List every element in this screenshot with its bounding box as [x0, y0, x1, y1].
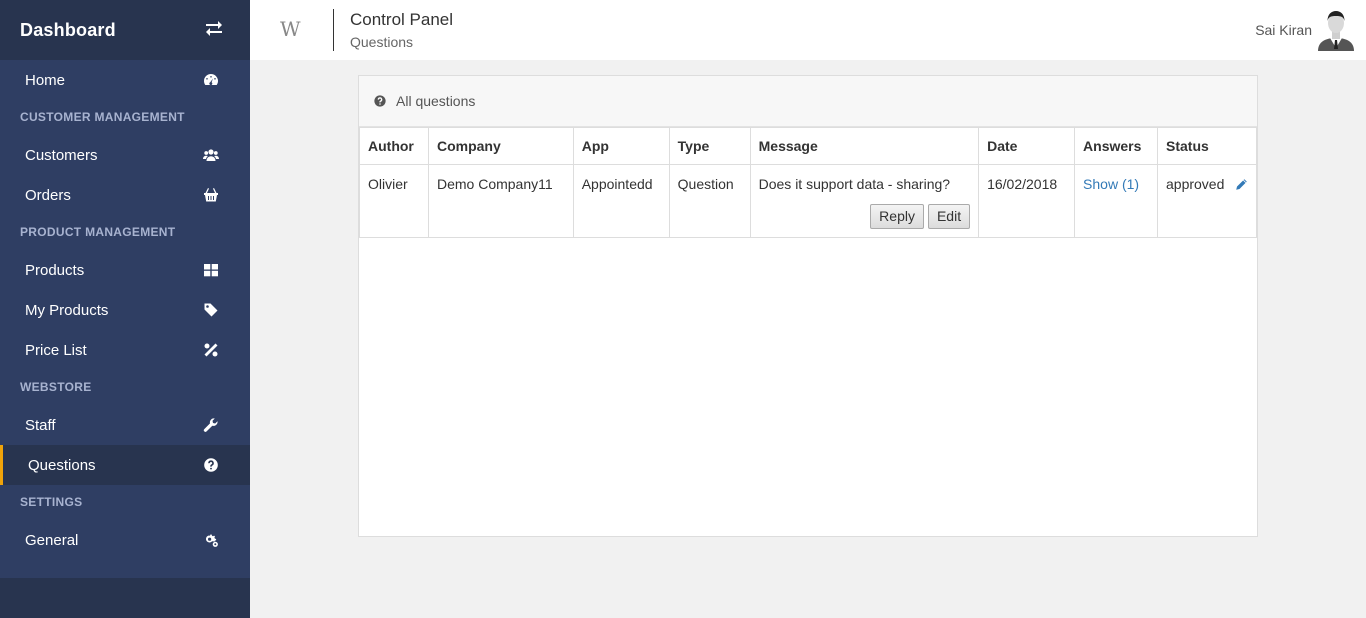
table-header-row: Author Company App Type Message Date Ans…: [359, 127, 1257, 165]
sidebar-item-general[interactable]: General: [0, 520, 250, 560]
status-text: approved: [1166, 176, 1225, 192]
sidebar-item-my-products[interactable]: My Products: [0, 290, 250, 330]
logo[interactable]: W: [280, 17, 301, 41]
sidebar-title[interactable]: Dashboard: [20, 20, 116, 41]
sidebar-item-questions[interactable]: Questions: [0, 445, 250, 485]
cell-message: Does it support data - sharing? Reply Ed…: [749, 164, 980, 238]
column-header-message[interactable]: Message: [749, 127, 980, 165]
edit-button[interactable]: Edit: [927, 204, 971, 229]
page-title: Control Panel: [350, 10, 454, 29]
sidebar-item-orders[interactable]: Orders: [0, 175, 250, 215]
cell-date: 16/02/2018: [978, 164, 1076, 238]
section-product-management: PRODUCT MANAGEMENT: [20, 225, 176, 239]
divider: [333, 9, 334, 51]
cell-answers: Show (1): [1074, 164, 1158, 238]
sidebar-item-home[interactable]: Home: [0, 60, 250, 100]
cell-status: approved: [1157, 164, 1257, 238]
cell-app: Appointedd: [572, 164, 670, 238]
cell-company: Demo Company11: [427, 164, 574, 238]
column-header-answers[interactable]: Answers: [1074, 127, 1158, 165]
cell-type: Question: [668, 164, 751, 238]
question-circle-icon: [203, 457, 219, 473]
sidebar-item-label: Questions: [28, 456, 96, 474]
sidebar-item-label: Customers: [25, 146, 98, 164]
column-header-type[interactable]: Type: [668, 127, 751, 165]
sidebar-item-label: Home: [25, 71, 66, 89]
grid-icon: [203, 262, 219, 278]
column-header-app[interactable]: App: [572, 127, 670, 165]
question-circle-icon: [374, 95, 386, 107]
tachometer-icon: [203, 72, 219, 88]
users-icon: [203, 147, 219, 163]
wrench-icon: [203, 417, 219, 433]
sidebar-item-label: Products: [25, 261, 85, 279]
cogs-icon: [203, 532, 219, 548]
show-answers-link[interactable]: Show (1): [1083, 176, 1139, 192]
sidebar-item-label: Price List: [25, 341, 87, 359]
cell-author: Olivier: [359, 164, 429, 238]
message-text: Does it support data - sharing?: [758, 176, 951, 192]
sidebar: Dashboard Home CUSTOMER MANAGEMENT Custo…: [0, 0, 250, 618]
sidebar-menu: Home CUSTOMER MANAGEMENT Customers Order…: [0, 60, 250, 578]
sidebar-header: Dashboard: [0, 0, 250, 60]
panel-header: All questions: [359, 76, 1257, 127]
questions-table: Author Company App Type Message Date Ans…: [359, 127, 1257, 238]
top-bar: W Control Panel Questions Sai Kiran: [250, 0, 1366, 60]
sidebar-item-products[interactable]: Products: [0, 250, 250, 290]
sidebar-item-customers[interactable]: Customers: [0, 135, 250, 175]
exchange-arrows-icon[interactable]: [205, 20, 223, 41]
sidebar-item-staff[interactable]: Staff: [0, 405, 250, 445]
pencil-edit-icon[interactable]: [1235, 178, 1248, 191]
sidebar-item-label: Staff: [25, 416, 56, 434]
column-header-author[interactable]: Author: [359, 127, 429, 165]
sidebar-footer: [0, 578, 250, 618]
sidebar-item-label: Orders: [25, 186, 71, 204]
avatar[interactable]: [1314, 9, 1358, 51]
sidebar-item-label: General: [25, 531, 79, 549]
tag-icon: [203, 302, 219, 318]
percent-icon: [203, 342, 219, 358]
sidebar-item-label: My Products: [25, 301, 109, 319]
section-customer-management: CUSTOMER MANAGEMENT: [20, 110, 185, 124]
user-name[interactable]: Sai Kiran: [1255, 22, 1312, 38]
panel-title: All questions: [396, 93, 476, 109]
section-settings: SETTINGS: [20, 495, 83, 509]
sidebar-item-price-list[interactable]: Price List: [0, 330, 250, 370]
page-subtitle: Questions: [350, 34, 414, 50]
message-actions: Reply Edit: [759, 204, 971, 229]
column-header-company[interactable]: Company: [427, 127, 574, 165]
reply-button[interactable]: Reply: [870, 204, 924, 229]
shopping-basket-icon: [203, 187, 219, 203]
section-webstore: WEBSTORE: [20, 380, 92, 394]
column-header-status[interactable]: Status: [1157, 127, 1257, 165]
column-header-date[interactable]: Date: [978, 127, 1076, 165]
questions-panel: All questions Author Company App Type Me…: [358, 75, 1258, 537]
table-row: Olivier Demo Company11 Appointedd Questi…: [359, 164, 1257, 238]
